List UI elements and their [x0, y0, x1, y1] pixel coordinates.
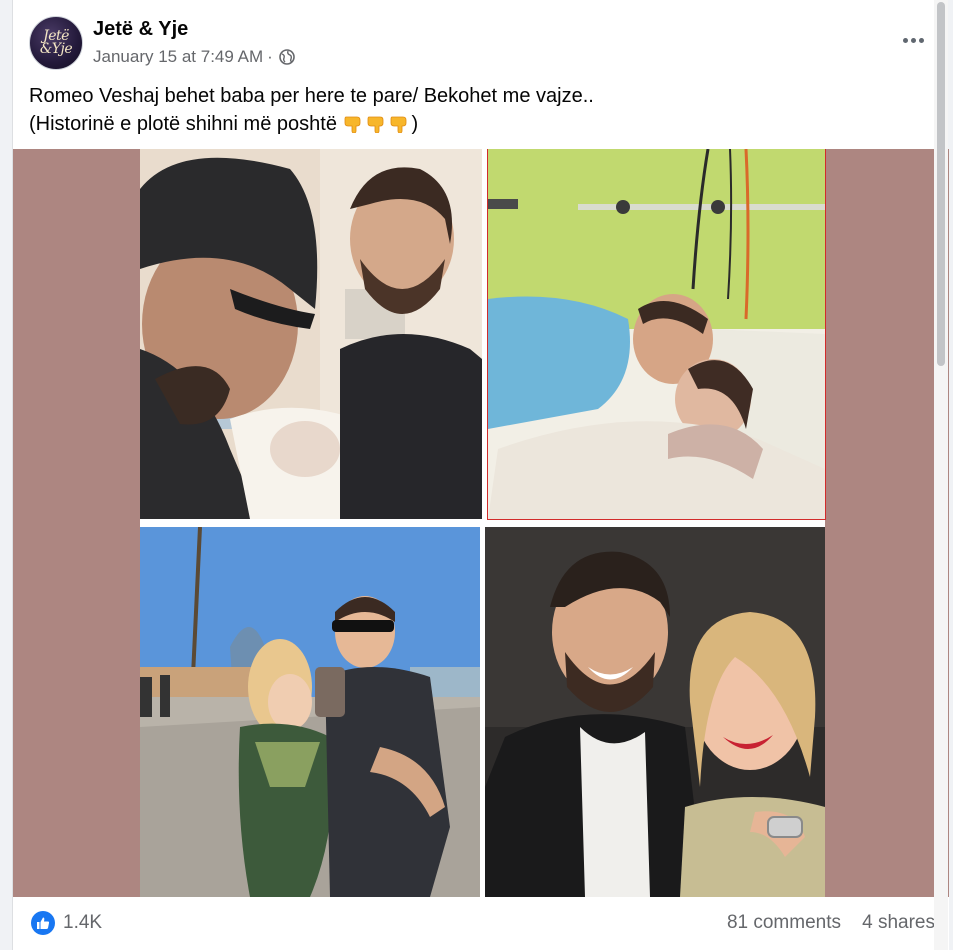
- post-media-collage[interactable]: [13, 149, 949, 897]
- like-icon[interactable]: [31, 911, 55, 935]
- globe-icon[interactable]: [278, 49, 295, 65]
- post-meta: January 15 at 7:49 AM ·: [93, 47, 295, 67]
- post-text-line-2: (Historinë e plotë shihni më poshtë ): [29, 110, 931, 138]
- photo-couple-selfie-beach[interactable]: [140, 527, 480, 897]
- more-dot: [910, 37, 916, 43]
- post-header: Jetë &Yje Jetë & Yje January 15 at 7:49 …: [27, 14, 933, 72]
- post-timestamp[interactable]: January 15 at 7:49 AM: [93, 47, 263, 67]
- collage-divider-horizontal: [140, 519, 825, 527]
- photo-man-cap-and-man-with-newborn[interactable]: [140, 149, 482, 519]
- photo-3-image: [140, 527, 480, 897]
- photo-4-image: [485, 527, 825, 897]
- post-footer: 1.4K 81 comments 4 shares: [13, 897, 949, 950]
- post-card: Jetë &Yje Jetë & Yje January 15 at 7:49 …: [12, 0, 949, 950]
- reaction-count[interactable]: 1.4K: [63, 912, 102, 934]
- more-options-button[interactable]: [893, 26, 933, 54]
- more-dot: [902, 37, 908, 43]
- photo-couple-smiling-night[interactable]: [485, 527, 825, 897]
- photo-2-image: [488, 149, 825, 519]
- page-name[interactable]: Jetë & Yje: [93, 18, 188, 41]
- page-avatar[interactable]: Jetë &Yje: [29, 16, 83, 70]
- shares-count-link[interactable]: 4 shares: [862, 912, 935, 934]
- comments-count-link[interactable]: 81 comments: [727, 912, 841, 934]
- post-text-line-2-start: (Historinë e plotë shihni më poshtë: [29, 113, 337, 135]
- meta-separator: ·: [267, 47, 273, 66]
- post-text-line-1: Romeo Veshaj behet baba per here te pare…: [29, 85, 594, 107]
- photo-1-image: [140, 149, 482, 519]
- pointing-down-emoji-icon: [367, 116, 383, 133]
- pointing-down-emoji-icon: [344, 116, 360, 133]
- scrollbar-thumb[interactable]: [937, 2, 945, 366]
- thumbs-up-icon: [37, 917, 50, 929]
- pointing-down-emoji-icon: [390, 116, 406, 133]
- photo-hospital-bed-kiss[interactable]: [487, 149, 826, 520]
- more-dot: [918, 37, 924, 43]
- avatar-logo-text: Jetë &Yje: [39, 28, 73, 57]
- post-text: Romeo Veshaj behet baba per here te pare…: [29, 82, 931, 138]
- post-text-line-2-end: ): [411, 113, 419, 135]
